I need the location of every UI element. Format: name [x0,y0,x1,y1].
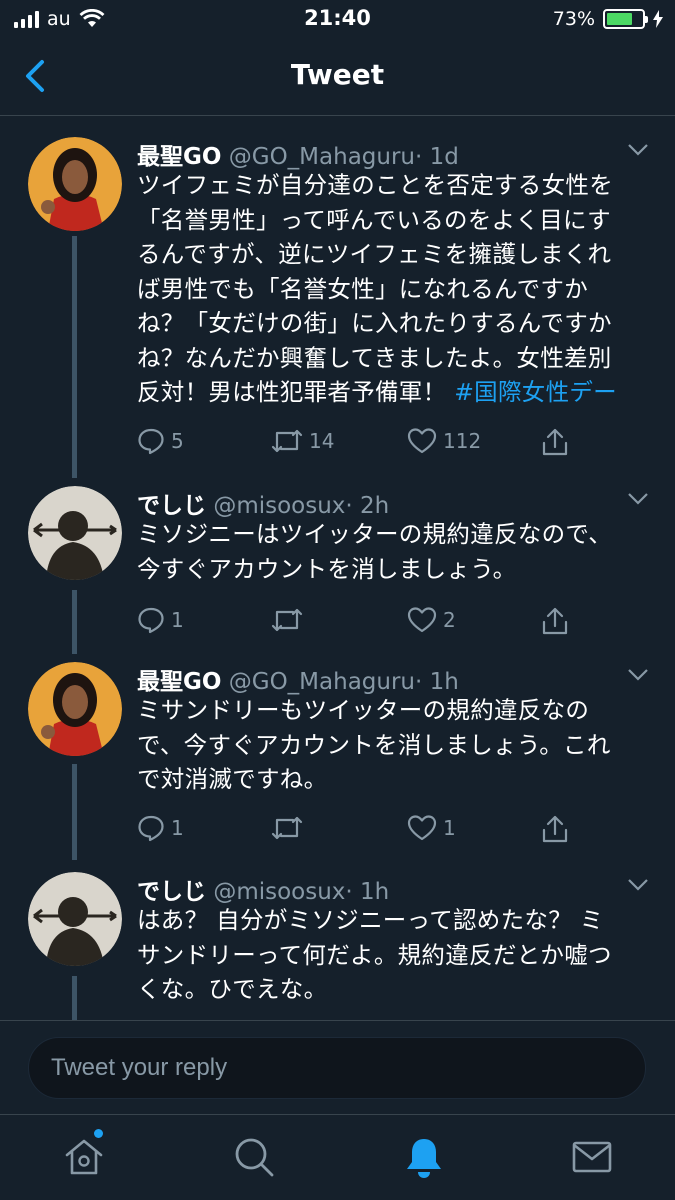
tab-bar [0,1114,675,1200]
messages-icon[interactable] [570,1135,614,1179]
hashtag-link[interactable]: #国際女性デー [454,378,617,406]
like-button[interactable]: 1 [407,814,456,842]
page-title: Tweet [290,58,385,91]
avatar[interactable] [28,486,122,580]
share-icon [542,607,568,635]
tweet-text: はあ？ 自分がミソジニーって認めたな？ ミ サンドリーって何だよ。規約違反だとか… [137,906,612,1003]
reply-button[interactable]: 1 [137,606,184,634]
retweet-button[interactable] [271,606,303,634]
tweet-actions: 5 14 112 [137,427,587,461]
share-icon [542,428,568,456]
search-icon[interactable] [232,1135,276,1179]
tweet-actions: 1 2 [137,606,587,640]
reply-input[interactable]: Tweet your reply [28,1037,646,1099]
chevron-down-icon[interactable] [627,878,649,892]
reply-button[interactable]: 1 [137,814,184,842]
home-icon[interactable] [62,1135,106,1179]
display-name[interactable]: でしじ [137,879,206,905]
avatar[interactable] [28,662,122,756]
status-bar: au 21:40 73% [0,0,675,38]
timestamp[interactable]: · 1d [415,144,459,170]
retweet-button[interactable] [271,814,303,842]
reply-count: 1 [171,816,184,840]
tweet-text: ミソジニーはツイッターの規約違反なので、 今すぐアカウントを消しましょう。 [137,520,613,583]
tweet-text: ツイフェミが自分達のことを否定する女性を 「名誉男性」って呼んでいるのをよく目に… [137,171,617,406]
chevron-down-icon[interactable] [627,668,649,682]
reply-composer: Tweet your reply [0,1020,675,1114]
battery-icon [603,9,648,29]
user-handle[interactable]: @GO_Mahaguru [229,144,415,170]
heart-icon [407,607,437,633]
tweet-header: でしじ @misoosux· 1h [137,872,389,906]
share-button[interactable] [540,606,570,636]
reply-icon [138,607,164,634]
heart-icon [407,815,437,841]
timestamp[interactable]: · 2h [345,493,389,519]
nav-bar: Tweet [0,38,675,116]
share-button[interactable] [540,427,570,457]
battery-info: 73% [553,8,663,30]
reply-count: 5 [171,429,184,453]
retweet-icon [271,429,303,453]
timestamp[interactable]: · 1h [415,669,459,695]
share-button[interactable] [540,814,570,844]
avatar[interactable] [28,137,122,231]
reply-icon [138,428,164,455]
tweet-header: 最聖GO @GO_Mahaguru· 1h [137,662,459,696]
like-count: 2 [443,608,456,632]
tweet[interactable]: 最聖GO @GO_Mahaguru· 1h ミサンドリーもツイッターの規約違反な… [0,662,675,858]
like-count: 112 [443,429,482,453]
reply-button[interactable]: 5 [137,427,184,455]
tweet[interactable]: でしじ @misoosux· 1h はあ？ 自分がミソジニーって認めたな？ ミ … [0,872,675,1020]
chevron-down-icon[interactable] [627,492,649,506]
user-handle[interactable]: @GO_Mahaguru [229,669,415,695]
user-handle[interactable]: @misoosux [213,493,345,519]
display-name[interactable]: 最聖GO [137,669,221,695]
retweet-icon [271,608,303,632]
like-count: 1 [443,816,456,840]
share-icon [542,815,568,843]
like-button[interactable]: 112 [407,427,481,455]
notifications-icon[interactable] [402,1135,446,1179]
battery-percent: 73% [552,8,595,30]
timestamp[interactable]: · 1h [345,879,389,905]
home-notification-dot [94,1129,103,1138]
tweet-header: 最聖GO @GO_Mahaguru· 1d [137,137,459,171]
tweet-text: ミサンドリーもツイッターの規約違反なの で、今すぐアカウントを消しましょう。これ… [137,696,611,793]
heart-icon [407,428,437,454]
display-name[interactable]: 最聖GO [137,144,221,170]
retweet-button[interactable]: 14 [271,427,334,455]
tweet-header: でしじ @misoosux· 2h [137,486,389,520]
retweet-count: 14 [309,429,335,453]
charging-icon [653,10,663,28]
avatar[interactable] [28,872,122,966]
reply-count: 1 [171,608,184,632]
chevron-down-icon[interactable] [627,143,649,157]
tweet-actions: 1 1 [137,814,587,848]
display-name[interactable]: でしじ [137,493,206,519]
user-handle[interactable]: @misoosux [213,879,345,905]
retweet-icon [271,816,303,840]
tweet[interactable]: でしじ @misoosux· 2h ミソジニーはツイッターの規約違反なので、 今… [0,486,675,646]
tweet[interactable]: 最聖GO @GO_Mahaguru· 1d ツイフェミが自分達のことを否定する女… [0,137,675,477]
like-button[interactable]: 2 [407,606,456,634]
reply-icon [138,815,164,842]
